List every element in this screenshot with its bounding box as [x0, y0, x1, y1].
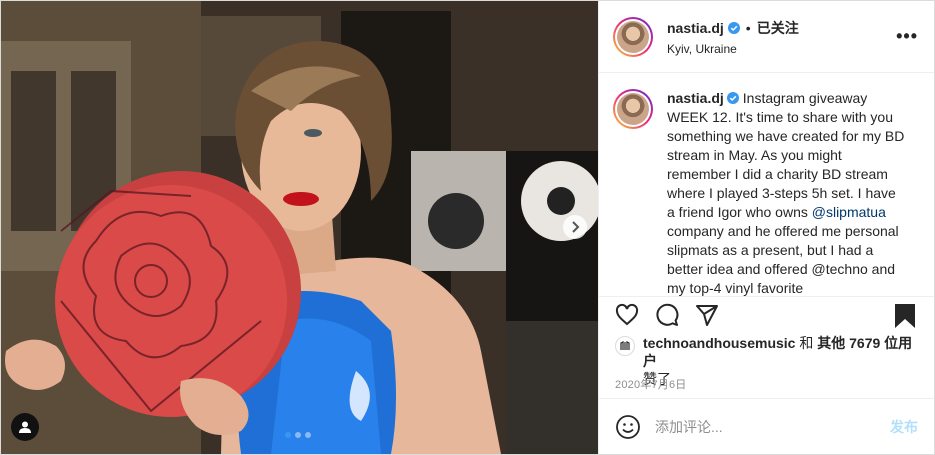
post-side-panel: nastia.dj • 已关注 Kyiv, Ukraine ••• nastia… — [598, 1, 934, 454]
comment-bubble-icon — [656, 303, 679, 326]
comment-input[interactable] — [655, 418, 890, 435]
verified-badge-icon — [727, 21, 740, 34]
carousel-dot-active — [285, 432, 291, 438]
more-options-icon[interactable]: ••• — [896, 27, 918, 45]
verified-badge-icon — [726, 92, 739, 104]
comments-section: nastia.dj Instagram giveaway WEEK 12. It… — [599, 73, 934, 296]
caption-username[interactable]: nastia.dj — [667, 90, 724, 106]
techno-logo-icon — [620, 341, 630, 350]
carousel-indicator — [285, 432, 311, 438]
carousel-dot — [305, 432, 311, 438]
follow-status-button[interactable]: 已关注 — [757, 18, 799, 38]
paper-plane-icon — [696, 304, 718, 326]
action-bar — [599, 296, 934, 332]
caption: nastia.dj Instagram giveaway WEEK 12. It… — [613, 89, 920, 296]
author-avatar[interactable] — [613, 16, 653, 57]
save-button[interactable] — [894, 303, 916, 329]
post-date[interactable]: 2020年7月6日 — [599, 372, 934, 398]
post-photo — [1, 1, 598, 454]
post-header: nastia.dj • 已关注 Kyiv, Ukraine ••• — [599, 1, 934, 73]
author-username[interactable]: nastia.dj — [667, 20, 724, 36]
emoji-button[interactable] — [615, 414, 641, 440]
carousel-dot — [295, 432, 301, 438]
comment-button[interactable] — [655, 303, 679, 327]
caption-mention-link[interactable]: @slipmatua — [812, 204, 886, 220]
author-info: nastia.dj • 已关注 Kyiv, Ukraine — [667, 18, 799, 56]
likes-conjunction: 和 — [795, 335, 818, 351]
bookmark-filled-icon — [895, 304, 915, 328]
chevron-right-icon — [572, 221, 580, 233]
caption-author-avatar[interactable] — [613, 89, 653, 129]
likes-summary: technoandhousemusic 和 其他 7679 位用户 赞了 — [599, 332, 934, 387]
post-comment-button[interactable]: 发布 — [890, 417, 918, 437]
like-button[interactable] — [615, 303, 639, 327]
user-icon — [19, 421, 31, 433]
liker-avatar[interactable] — [615, 336, 635, 356]
comment-form: 发布 — [599, 398, 934, 454]
caption-text: nastia.dj Instagram giveaway WEEK 12. It… — [667, 89, 907, 296]
caption-text-part: Instagram giveaway WEEK 12. It's time to… — [667, 90, 905, 220]
heart-icon — [615, 303, 639, 325]
next-slide-button[interactable] — [563, 215, 587, 239]
liker-username[interactable]: technoandhousemusic — [643, 335, 795, 351]
share-button[interactable] — [695, 303, 719, 327]
separator-dot: • — [745, 19, 751, 36]
post-media[interactable] — [1, 1, 598, 454]
post-location[interactable]: Kyiv, Ukraine — [667, 42, 799, 56]
tagged-users-button[interactable] — [11, 413, 39, 441]
caption-text-part: company and he offered me personal slipm… — [667, 223, 899, 296]
post-modal: nastia.dj • 已关注 Kyiv, Ukraine ••• nastia… — [0, 0, 935, 455]
smiley-icon — [616, 414, 640, 439]
